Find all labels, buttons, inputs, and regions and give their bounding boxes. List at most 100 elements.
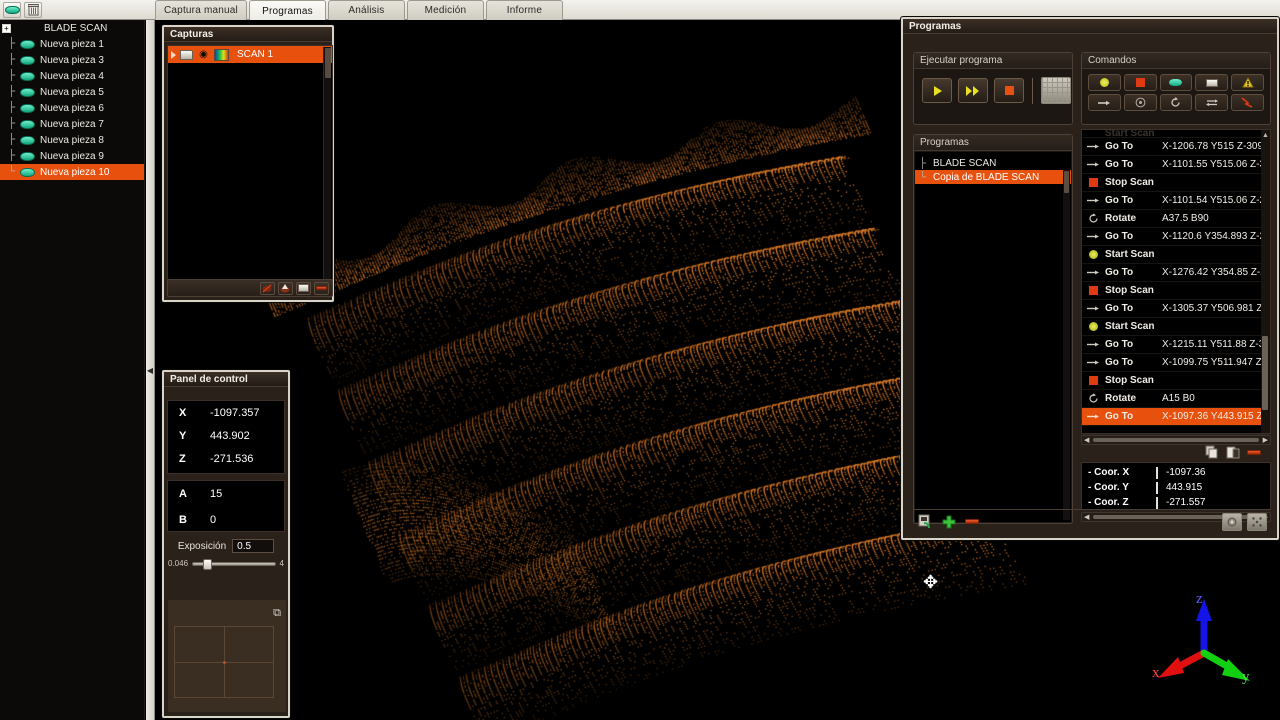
camera-preview[interactable]: ⧉ — [168, 600, 286, 712]
tree-root[interactable]: + BLADE SCAN — [0, 20, 144, 36]
piece-icon-button[interactable] — [3, 2, 21, 18]
rotate-command-button[interactable] — [1160, 94, 1193, 111]
scroll-right-icon[interactable]: ▶ — [1261, 436, 1270, 444]
expand-window-icon[interactable]: ⧉ — [273, 607, 281, 620]
scroll-up-icon[interactable]: ▲ — [1261, 131, 1270, 140]
list-item-copia-blade-scan[interactable]: └ Copia de BLADE SCAN — [915, 170, 1071, 184]
table-row[interactable]: Start Scan — [1082, 318, 1270, 336]
stop-button[interactable] — [994, 78, 1024, 103]
scan-remove-icon — [316, 286, 327, 290]
list-item-blade-scan[interactable]: ├ BLADE SCAN — [915, 156, 1071, 170]
scrollbar-thumb[interactable] — [1262, 336, 1268, 410]
copy-button[interactable] — [1203, 445, 1220, 460]
table-row[interactable]: Stop Scan — [1082, 174, 1270, 192]
scan-folder-button[interactable] — [296, 282, 311, 295]
table-row[interactable]: Go To X-1215.11 Y511.88 Z-309 — [1082, 336, 1270, 354]
play-button[interactable] — [922, 78, 952, 103]
trash-icon-button[interactable] — [24, 2, 42, 18]
slider-knob[interactable] — [203, 559, 212, 570]
command-list[interactable]: Start Scan Go To X-1206.78 Y515 Z-309.66… — [1081, 129, 1271, 434]
folder-icon[interactable] — [180, 50, 193, 60]
command-list-scrollbar[interactable]: ▲ — [1261, 130, 1270, 434]
settings-button[interactable] — [1222, 513, 1242, 531]
expand-icon[interactable]: + — [2, 24, 11, 33]
sidebar-item-pieza-8[interactable]: ├ Nueva pieza 8 — [0, 132, 144, 148]
table-row[interactable]: Go To X-1305.37 Y506.981 Z-30 — [1082, 300, 1270, 318]
table-row[interactable]: Start Scan — [1082, 130, 1270, 138]
table-row[interactable]: Stop Scan — [1082, 372, 1270, 390]
sidebar-collapse-handle[interactable]: ◀ — [146, 20, 155, 720]
sidebar-item-pieza-9[interactable]: ├ Nueva pieza 9 — [0, 148, 144, 164]
table-row[interactable]: Go To X-1276.42 Y354.85 Z-297 — [1082, 264, 1270, 282]
tab-programas[interactable]: Programas — [249, 0, 326, 21]
table-row[interactable]: Go To X-1097.36 Y443.915 Z-27 — [1082, 408, 1270, 426]
tab-captura-manual[interactable]: Captura manual — [155, 0, 247, 20]
run-program-buttons — [914, 69, 1072, 104]
table-row[interactable]: Go To X-1120.6 Y354.893 Z-297 — [1082, 228, 1270, 246]
scroll-left-icon[interactable]: ◀ — [1082, 436, 1091, 444]
sidebar-item-pieza-10[interactable]: └ Nueva pieza 10 — [0, 164, 144, 180]
remove-program-button[interactable] — [963, 514, 980, 529]
sidebar-item-pieza-4[interactable]: ├ Nueva pieza 4 — [0, 68, 144, 84]
capturas-list[interactable]: ◉ SCAN 1 — [167, 45, 333, 280]
slider-track[interactable] — [192, 562, 276, 566]
piece-icon — [20, 56, 35, 65]
warning-command-button[interactable] — [1231, 74, 1264, 91]
footer-right-buttons — [1222, 513, 1271, 531]
exposure-input[interactable]: 0.5 — [232, 539, 274, 553]
piece-command-button[interactable] — [1160, 74, 1193, 91]
scan-delete-button[interactable] — [260, 282, 275, 295]
grid-button[interactable] — [1247, 513, 1267, 531]
command-args: X-1099.75 Y511.947 Z-30 — [1162, 357, 1271, 368]
scrollbar-thumb[interactable] — [1093, 438, 1258, 442]
point-command-button[interactable] — [1124, 94, 1157, 111]
table-row[interactable]: Go To X-1101.55 Y515.06 Z-309 — [1082, 156, 1270, 174]
step-forward-button[interactable] — [958, 78, 988, 103]
tab-analisis[interactable]: Análisis — [328, 0, 405, 20]
tab-medicion[interactable]: Medición — [407, 0, 484, 20]
table-row[interactable]: Start Scan — [1082, 246, 1270, 264]
delete-button[interactable] — [1245, 445, 1262, 460]
sidebar-item-pieza-7[interactable]: ├ Nueva pieza 7 — [0, 116, 144, 132]
sidebar-item-pieza-6[interactable]: ├ Nueva pieza 6 — [0, 100, 144, 116]
programs-scrollbar[interactable] — [1063, 170, 1070, 520]
capturas-title: Capturas — [164, 27, 332, 42]
table-row[interactable]: Stop Scan — [1082, 282, 1270, 300]
coordinate-readout: - Coor. X -1097.36 - Coor. Y 443.915 - C… — [1081, 462, 1271, 510]
table-row[interactable]: Rotate A37.5 B90 — [1082, 210, 1270, 228]
table-row[interactable]: Go To X-1099.75 Y511.947 Z-30 — [1082, 354, 1270, 372]
table-row[interactable]: Go To X-1206.78 Y515 Z-309.66 — [1082, 138, 1270, 156]
command-args: X-1097.36 Y443.915 Z-27 — [1162, 411, 1271, 422]
save-program-button[interactable] — [917, 514, 934, 529]
tab-informe[interactable]: Informe — [486, 0, 563, 20]
exposure-label: Exposición — [178, 541, 226, 552]
sidebar-item-pieza-5[interactable]: ├ Nueva pieza 5 — [0, 84, 144, 100]
scrollbar-thumb[interactable] — [1064, 171, 1069, 193]
footer-left-buttons — [913, 514, 980, 529]
exposure-slider[interactable]: 0.046 4 — [168, 559, 284, 568]
chevron-right-icon[interactable] — [171, 51, 176, 59]
scan-remove-button[interactable] — [314, 282, 329, 295]
goto-command-button[interactable] — [1088, 94, 1121, 111]
eye-icon[interactable]: ◉ — [197, 50, 210, 60]
swap-command-button[interactable] — [1195, 94, 1228, 111]
chevron-left-icon: ◀ — [147, 366, 153, 375]
table-row[interactable]: Go To X-1101.54 Y515.06 Z-276 — [1082, 192, 1270, 210]
start-scan-button[interactable] — [1088, 74, 1121, 91]
folder-command-button[interactable] — [1195, 74, 1228, 91]
programs-list[interactable]: ├ BLADE SCAN └ Copia de BLADE SCAN — [915, 152, 1071, 522]
colormap-icon[interactable] — [214, 49, 229, 61]
sidebar-item-pieza-1[interactable]: ├ Nueva pieza 1 — [0, 36, 144, 52]
path-command-button[interactable] — [1231, 94, 1264, 111]
paste-button[interactable] — [1224, 445, 1241, 460]
add-program-button[interactable] — [940, 514, 957, 529]
scrollbar-thumb[interactable] — [325, 48, 331, 78]
keypad-button[interactable] — [1041, 77, 1071, 104]
sidebar-item-pieza-3[interactable]: ├ Nueva pieza 3 — [0, 52, 144, 68]
table-row[interactable]: Rotate A15 B0 — [1082, 390, 1270, 408]
piece-icon — [20, 120, 35, 129]
stop-scan-button[interactable] — [1124, 74, 1157, 91]
capturas-scrollbar[interactable] — [323, 47, 331, 280]
list-item[interactable]: ◉ SCAN 1 — [168, 46, 332, 63]
scan-merge-button[interactable] — [278, 282, 293, 295]
